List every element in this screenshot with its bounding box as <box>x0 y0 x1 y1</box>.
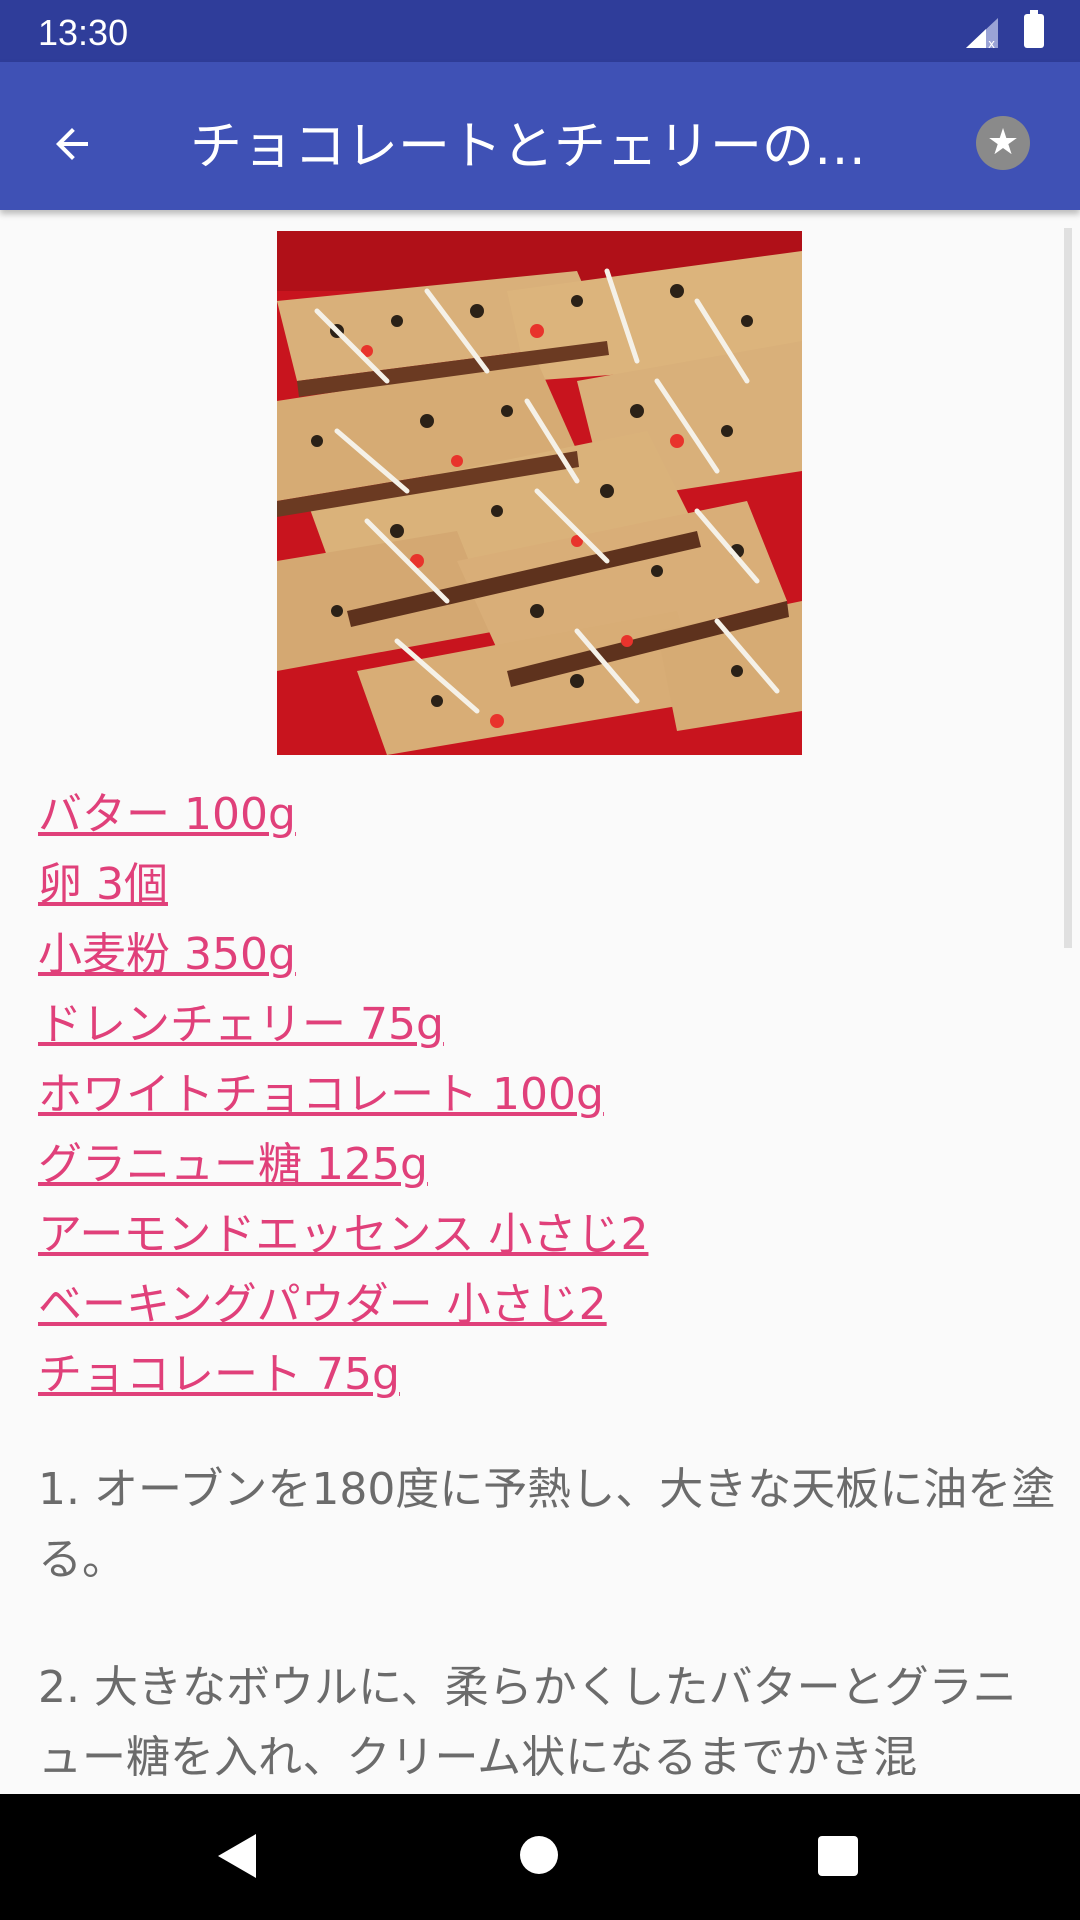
ingredient-link[interactable]: グラニュー糖 125g <box>38 1130 1038 1200</box>
star-icon: ★ <box>976 116 1030 170</box>
arrow-back-icon <box>56 128 88 160</box>
navigation-bar <box>0 1794 1080 1920</box>
ingredient-link[interactable]: 小麦粉 350g <box>38 920 1038 990</box>
battery-icon <box>1024 10 1044 48</box>
app-bar: チョコレートとチェリーの… ★ <box>0 62 1080 210</box>
signal-icon: x <box>966 18 998 50</box>
instruction-list: 1. オーブンを180度に予熱し、大きな天板に油を塗る。 2. 大きなボウルに、… <box>38 1455 1058 1851</box>
favorite-button[interactable]: ★ <box>966 106 1040 180</box>
ingredient-link[interactable]: バター 100g <box>38 780 1038 850</box>
ingredient-link[interactable]: ベーキングパウダー 小さじ2 <box>38 1270 1038 1340</box>
ingredient-link[interactable]: アーモンドエッセンス 小さじ2 <box>38 1200 1038 1270</box>
instruction-step: 2. 大きなボウルに、柔らかくしたバターとグラニュー糖を入れ、クリーム状になるま… <box>38 1662 1017 1783</box>
ingredient-link[interactable]: チョコレート 75g <box>38 1340 1038 1410</box>
ingredient-list: バター 100g 卵 3個 小麦粉 350g ドレンチェリー 75g ホワイトチ… <box>38 780 1038 1410</box>
nav-back-icon[interactable] <box>218 1834 256 1878</box>
status-icons: x <box>964 10 1044 52</box>
back-button[interactable] <box>30 102 114 186</box>
ingredient-link[interactable]: ドレンチェリー 75g <box>38 990 1038 1060</box>
nav-home-icon[interactable] <box>520 1836 558 1874</box>
ingredient-link[interactable]: ホワイトチョコレート 100g <box>38 1060 1038 1130</box>
status-bar: 13:30 x <box>0 0 1080 62</box>
page-title: チョコレートとチェリーの… <box>190 117 867 177</box>
ingredient-link[interactable]: 卵 3個 <box>38 850 1038 920</box>
nav-recents-icon[interactable] <box>818 1836 858 1876</box>
scrollbar[interactable] <box>1064 228 1072 948</box>
status-time: 13:30 <box>38 12 129 53</box>
instruction-step: 1. オーブンを180度に予熱し、大きな天板に油を塗る。 <box>38 1464 1056 1585</box>
recipe-photo <box>277 231 802 755</box>
svg-text:x: x <box>988 37 995 50</box>
